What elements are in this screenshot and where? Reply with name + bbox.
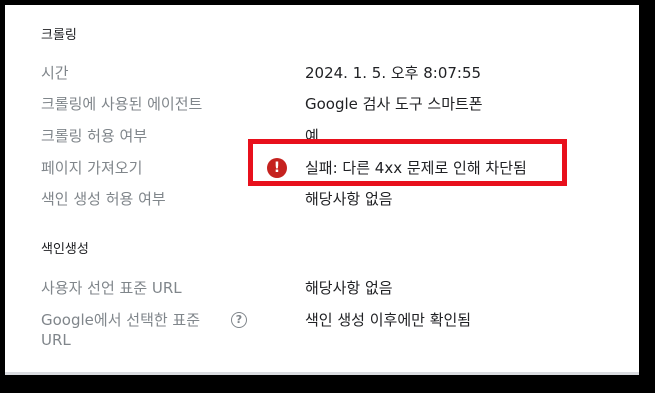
label-crawl-agent: 크롤링에 사용된 에이전트: [41, 95, 203, 113]
label-indexing-allowed: 색인 생성 허용 여부: [41, 190, 166, 208]
label-user-canonical: 사용자 선언 표준 URL: [41, 279, 182, 297]
section-title-crawl: 크롤링: [41, 28, 77, 43]
label-time: 시간: [41, 64, 69, 82]
value-user-canonical: 해당사항 없음: [305, 279, 393, 297]
label-crawl-allowed: 크롤링 허용 여부: [41, 127, 148, 145]
value-indexing-allowed: 해당사항 없음: [305, 190, 393, 208]
section-title-indexing: 색인생성: [41, 242, 89, 257]
label-google-canonical: Google에서 선택한 표준 URL: [41, 310, 200, 350]
help-circle-icon[interactable]: ?: [231, 312, 247, 328]
value-google-canonical: 색인 생성 이후에만 확인됨: [305, 311, 472, 329]
label-google-canonical-line2: URL: [41, 331, 71, 349]
label-google-canonical-line1: Google에서 선택한 표준: [41, 311, 201, 329]
value-time: 2024. 1. 5. 오후 8:07:55: [305, 64, 482, 82]
url-inspection-panel: 크롤링 시간 2024. 1. 5. 오후 8:07:55 크롤링에 사용된 에…: [5, 5, 639, 375]
value-crawl-agent: Google 검사 도구 스마트폰: [305, 95, 483, 113]
highlight-annotation-box: [248, 139, 567, 186]
label-page-fetch: 페이지 가져오기: [41, 159, 143, 177]
panel-bottom-border: [5, 372, 639, 375]
